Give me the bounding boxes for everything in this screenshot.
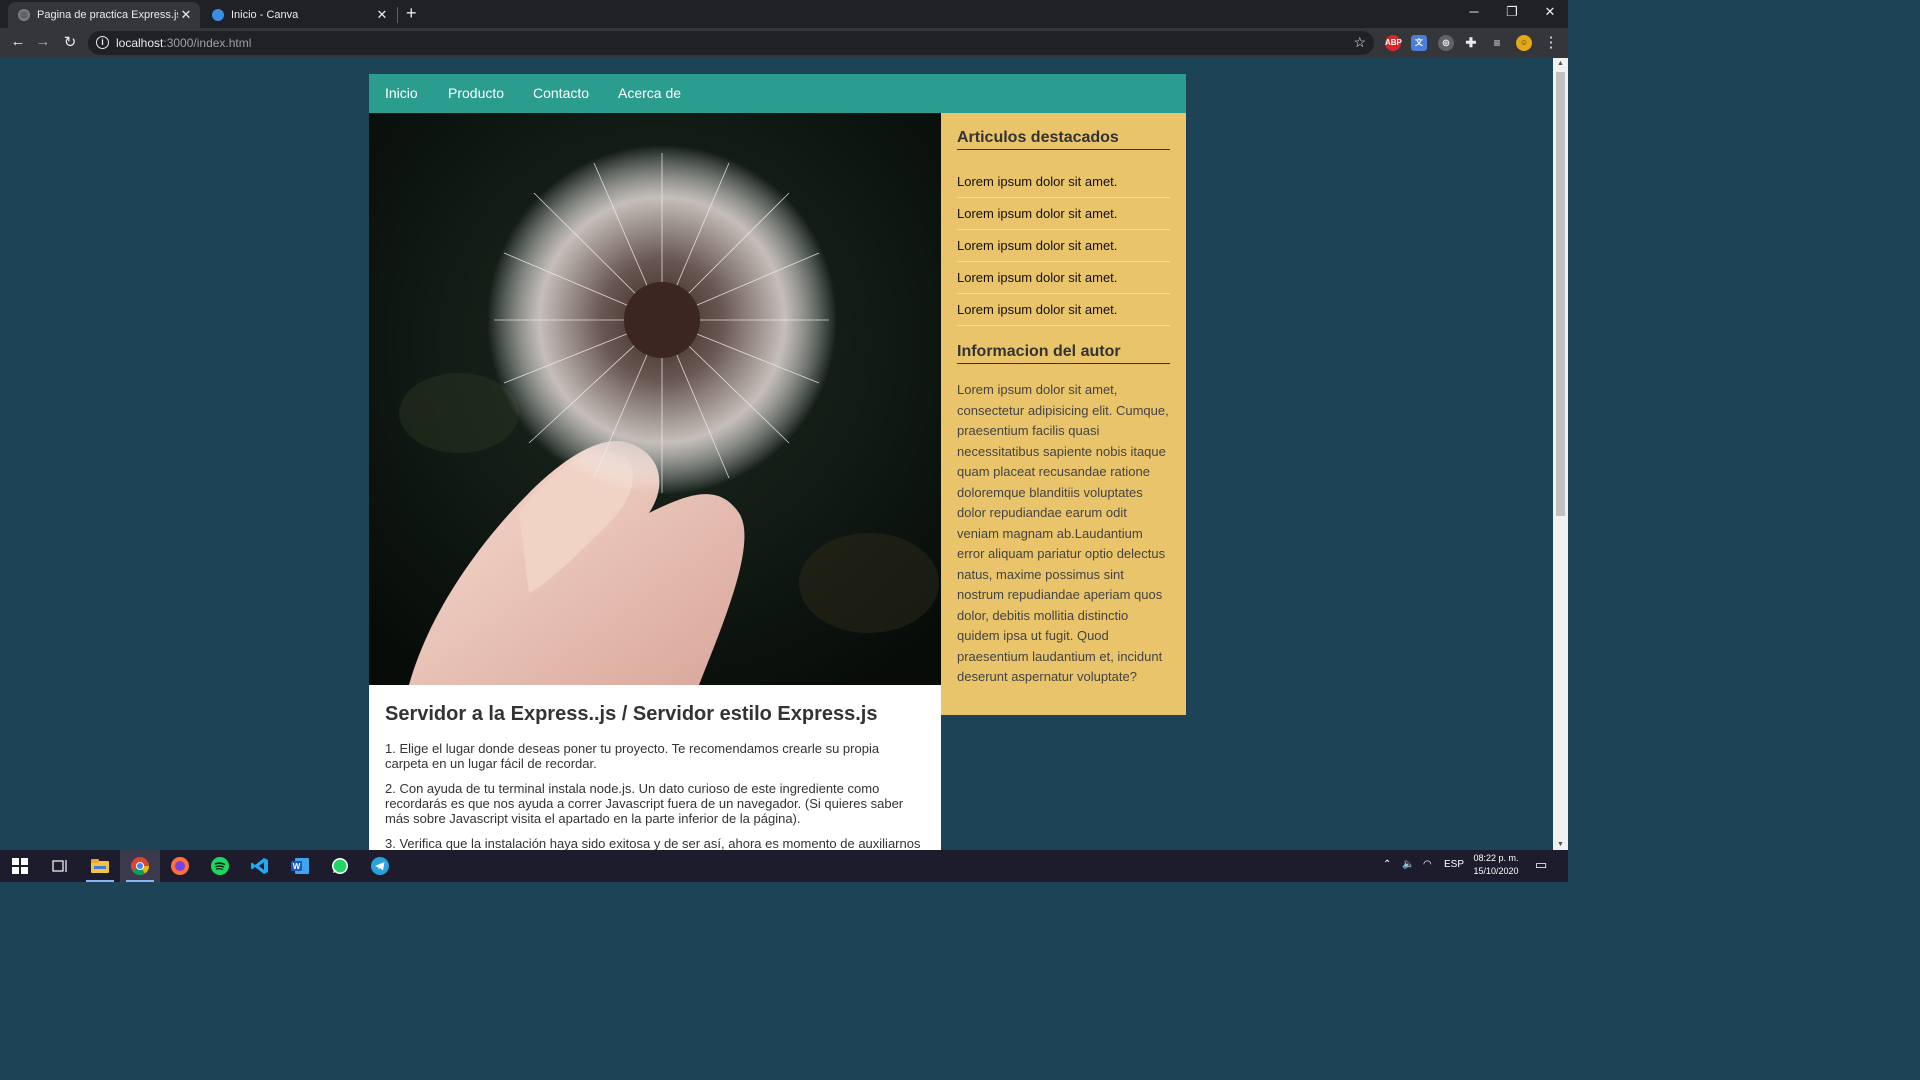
svg-text:W: W	[293, 862, 301, 871]
browser-toolbar: ← → ↻ i localhost:3000/index.html ☆ ABP …	[0, 28, 1568, 58]
featured-articles-list: Lorem ipsum dolor sit amet. Lorem ipsum …	[957, 166, 1170, 326]
featured-article-item[interactable]: Lorem ipsum dolor sit amet.	[957, 166, 1170, 198]
tab-canva[interactable]: Inicio - Canva ✕	[202, 2, 396, 28]
tab-divider	[397, 7, 398, 23]
tab-title: Pagina de practica Express.js	[37, 9, 178, 21]
article-title: Servidor a la Express..js / Servidor est…	[385, 703, 878, 725]
browser-tab-strip: Pagina de practica Express.js ✕ Inicio -…	[0, 0, 1568, 28]
clock-date: 15/10/2020	[1473, 866, 1519, 876]
tab-pagina-practica[interactable]: Pagina de practica Express.js ✕	[8, 2, 200, 28]
word-icon[interactable]: W	[280, 850, 320, 882]
extensions-puzzle-icon[interactable]: ✚	[1463, 35, 1479, 51]
close-tab-icon[interactable]: ✕	[374, 7, 390, 23]
new-tab-button[interactable]: +	[406, 3, 417, 24]
article-content: Servidor a la Express..js / Servidor est…	[369, 685, 941, 850]
page-scrollbar[interactable]: ▲ ▼	[1553, 58, 1568, 850]
volume-icon[interactable]: 🔈	[1402, 859, 1414, 870]
task-view-icon[interactable]	[40, 850, 80, 882]
bookmark-star-icon[interactable]: ☆	[1353, 34, 1366, 51]
sidebar: Articulos destacados Lorem ipsum dolor s…	[941, 113, 1186, 715]
close-window-icon[interactable]: ✕	[1532, 4, 1568, 20]
featured-article-item[interactable]: Lorem ipsum dolor sit amet.	[957, 230, 1170, 262]
nav-link-contacto[interactable]: Contacto	[533, 85, 589, 101]
nav-link-inicio[interactable]: Inicio	[385, 85, 418, 101]
globe-icon	[18, 9, 30, 21]
dandelion-photo	[369, 113, 941, 685]
windows-taskbar: W ⌃ 🔈 ◠ ESP 08:22 p. m. 15/10/2020 ▭	[0, 850, 1568, 882]
site-info-icon[interactable]: i	[96, 36, 109, 49]
profile-avatar[interactable]: ☺	[1516, 35, 1532, 51]
windows-start-icon[interactable]	[0, 850, 40, 882]
system-clock[interactable]: 08:22 p. m. 15/10/2020	[1466, 852, 1526, 878]
author-bio: Lorem ipsum dolor sit amet, consectetur …	[957, 382, 1169, 684]
url-host: localhost	[116, 36, 164, 50]
author-info-heading: Informacion del autor	[957, 343, 1170, 364]
featured-article-item[interactable]: Lorem ipsum dolor sit amet.	[957, 294, 1170, 326]
google-translate-icon[interactable]: 文	[1411, 35, 1427, 51]
show-hidden-icons-icon[interactable]: ⌃	[1383, 859, 1391, 870]
canva-icon	[212, 9, 224, 21]
adblock-plus-icon[interactable]: ABP	[1385, 35, 1402, 51]
hero-image-dandelion	[369, 113, 941, 685]
telegram-icon[interactable]	[360, 850, 400, 882]
restore-icon[interactable]: ❐	[1494, 4, 1530, 20]
featured-article-item[interactable]: Lorem ipsum dolor sit amet.	[957, 262, 1170, 294]
tab-title: Inicio - Canva	[231, 9, 299, 21]
language-indicator[interactable]: ESP	[1444, 859, 1464, 870]
featured-article-item[interactable]: Lorem ipsum dolor sit amet.	[957, 198, 1170, 230]
reload-icon[interactable]: ↻	[60, 33, 80, 51]
chrome-icon[interactable]	[120, 850, 160, 882]
article-step-3: 3. Verifica que la instalación haya sido…	[385, 836, 921, 850]
address-bar[interactable]: i localhost:3000/index.html ☆	[88, 31, 1374, 55]
spotify-icon[interactable]	[200, 850, 240, 882]
media-queue-icon[interactable]: ≡	[1489, 35, 1505, 51]
article-step-1: 1. Elige el lugar donde deseas poner tu …	[385, 741, 880, 771]
notifications-icon[interactable]: ▭	[1535, 857, 1547, 873]
nav-link-producto[interactable]: Producto	[448, 85, 504, 101]
browser-menu-icon[interactable]: ⋮	[1541, 33, 1561, 51]
scrollbar-thumb[interactable]	[1556, 72, 1565, 516]
wifi-icon[interactable]: ◠	[1423, 859, 1432, 870]
clock-time: 08:22 p. m.	[1473, 853, 1519, 863]
whatsapp-icon[interactable]	[320, 850, 360, 882]
featured-articles-heading: Articulos destacados	[957, 129, 1170, 150]
back-arrow-icon[interactable]: ←	[8, 33, 28, 50]
site-navigation: Inicio Producto Contacto Acerca de	[369, 74, 1186, 113]
minimize-icon[interactable]: ─	[1456, 4, 1492, 19]
firefox-icon[interactable]	[160, 850, 200, 882]
scroll-up-icon[interactable]: ▲	[1553, 60, 1568, 67]
file-explorer-icon[interactable]	[80, 850, 120, 882]
article-step-2: 2. Con ayuda de tu terminal instala node…	[385, 781, 904, 826]
scroll-down-icon[interactable]: ▼	[1553, 841, 1568, 848]
nav-link-acerca-de[interactable]: Acerca de	[618, 85, 681, 101]
close-tab-icon[interactable]: ✕	[178, 7, 194, 23]
vscode-icon[interactable]	[240, 850, 280, 882]
forward-arrow-icon[interactable]: →	[33, 33, 53, 50]
url-path: :3000/index.html	[163, 36, 252, 50]
url-text[interactable]: localhost:3000/index.html	[116, 36, 251, 50]
privacy-icon[interactable]: ◎	[1438, 35, 1454, 51]
